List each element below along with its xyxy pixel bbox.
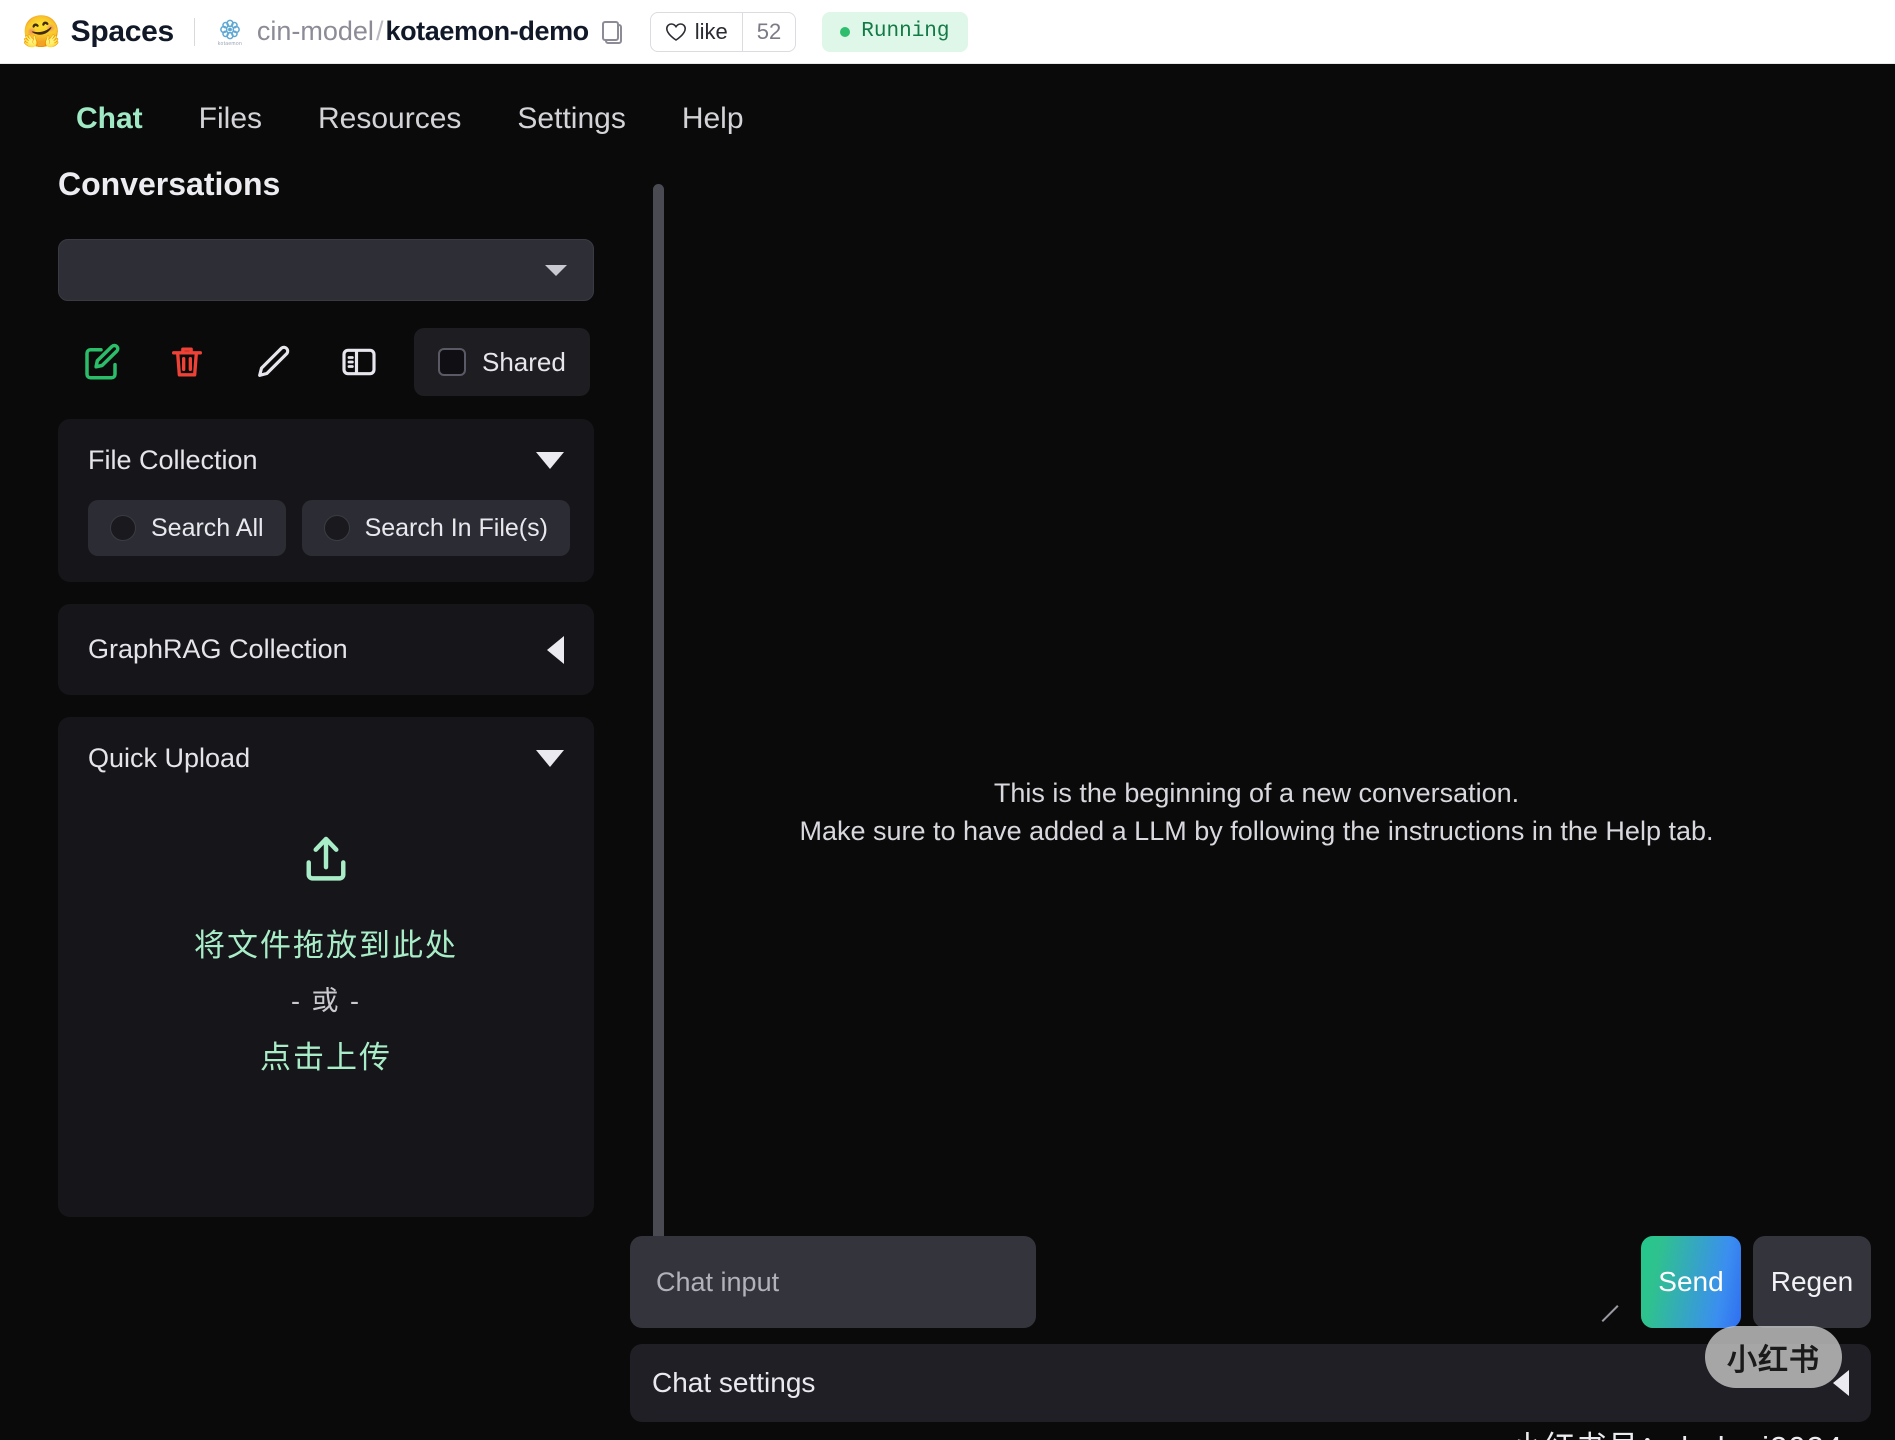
dropzone-separator-text: - 或 - [291,986,361,1016]
trash-icon [172,347,202,377]
chevron-down-icon[interactable] [536,452,564,469]
header-divider [193,17,195,46]
delete-conversation-button[interactable] [144,331,230,393]
status-badge-label: Running [861,20,950,43]
graphrag-collection-header[interactable]: GraphRAG Collection [88,634,564,665]
file-collection-header[interactable]: File Collection [88,445,564,476]
empty-conversation-message: This is the beginning of a new conversat… [618,774,1895,851]
app-root: Chat Files Resources Settings Help Conve… [0,64,1895,1440]
chat-settings-label: Chat settings [652,1367,816,1398]
heart-icon [665,22,686,41]
regenerate-button[interactable]: Regen [1753,1236,1871,1328]
quick-upload-card: Quick Upload 将文件拖放到此处 - 或 - 点击上传 [58,717,594,1217]
graphrag-collection-title: GraphRAG Collection [88,634,348,664]
dropzone-primary-text: 将文件拖放到此处 [194,928,458,963]
chevron-left-icon[interactable] [547,635,564,664]
kotaemon-logo-icon: kotaemon [215,17,245,47]
pencil-icon [258,345,290,377]
file-collection-title: File Collection [88,445,258,475]
rename-conversation-button[interactable] [230,331,316,393]
conversation-actions: Shared [58,323,594,401]
radio-search-all[interactable]: Search All [88,500,286,556]
like-button[interactable]: like [651,13,742,51]
chat-composer: Send Regen Chat settings [630,1236,1871,1422]
repo-path-separator: / [375,16,384,46]
upload-icon [297,831,355,892]
graphrag-collection-card: GraphRAG Collection [58,604,594,695]
chevron-down-icon [545,264,567,276]
shared-toggle[interactable]: Shared [414,328,590,396]
empty-message-line-2: Make sure to have added a LLM by followi… [799,816,1714,847]
radio-dot-icon [323,515,350,541]
status-badge: Running [822,11,968,52]
quick-upload-header[interactable]: Quick Upload [88,743,564,774]
radio-search-in-files[interactable]: Search In File(s) [301,500,570,556]
sidebar-panel-icon [342,348,376,376]
spaces-brand-link[interactable]: Spaces [71,15,175,49]
kotaemon-logo-caption: kotaemon [217,40,243,47]
like-group: like 52 [649,11,797,52]
quick-upload-title: Quick Upload [88,743,251,773]
main-tabs: Chat Files Resources Settings Help [0,64,1895,144]
chat-input-wrapper [630,1236,1629,1328]
shared-checkbox[interactable] [438,348,466,376]
content-columns: Conversations Shared File Collection Sea… [0,144,1895,1440]
conversation-select[interactable] [58,239,594,301]
resize-handle-icon[interactable] [1603,1304,1621,1322]
toggle-panel-button[interactable] [316,331,402,393]
new-chat-icon [85,343,120,380]
chevron-down-icon[interactable] [536,750,564,767]
radio-search-in-files-label: Search In File(s) [364,513,548,542]
huggingface-logo-icon: 🤗 [22,14,61,49]
repo-name-link[interactable]: kotaemon-demo [385,16,589,47]
file-collection-card: File Collection Search All Search In Fil… [58,419,594,582]
dropzone-click-upload-text: 点击上传 [260,1040,392,1075]
chat-input[interactable] [630,1236,1036,1328]
shared-label: Shared [482,346,566,377]
file-dropzone[interactable]: 将文件拖放到此处 - 或 - 点击上传 [88,774,564,1134]
watermark-handle: 小红书号： buluai2024 [1512,1422,1843,1440]
tab-resources[interactable]: Resources [290,94,489,144]
page-title: Conversations [58,166,281,202]
tab-files[interactable]: Files [171,94,290,144]
chat-main-area: This is the beginning of a new conversat… [618,144,1895,1440]
tab-chat[interactable]: Chat [48,94,171,144]
watermark-badge: 小红书 [1705,1326,1842,1388]
like-count[interactable]: 52 [741,12,795,51]
file-collection-options: Search All Search In File(s) [88,500,570,556]
status-dot-icon [840,26,851,37]
conversations-sidebar: Conversations Shared File Collection Sea… [0,144,664,1440]
radio-search-all-label: Search All [151,513,264,542]
copy-icon[interactable] [601,20,622,44]
like-label: like [694,18,728,44]
chat-input-row: Send Regen [630,1236,1871,1328]
empty-message-line-1: This is the beginning of a new conversat… [993,778,1520,808]
tab-help[interactable]: Help [654,94,772,144]
repo-owner-link[interactable]: cin-model [257,16,374,47]
chat-settings-accordion[interactable]: Chat settings [630,1344,1871,1422]
tab-settings[interactable]: Settings [489,94,653,144]
huggingface-header: 🤗 Spaces kotaemon cin-model / kotaemon-d… [0,0,1895,64]
radio-dot-icon [110,515,136,541]
new-chat-button[interactable] [58,331,144,393]
send-button[interactable]: Send [1641,1236,1741,1328]
